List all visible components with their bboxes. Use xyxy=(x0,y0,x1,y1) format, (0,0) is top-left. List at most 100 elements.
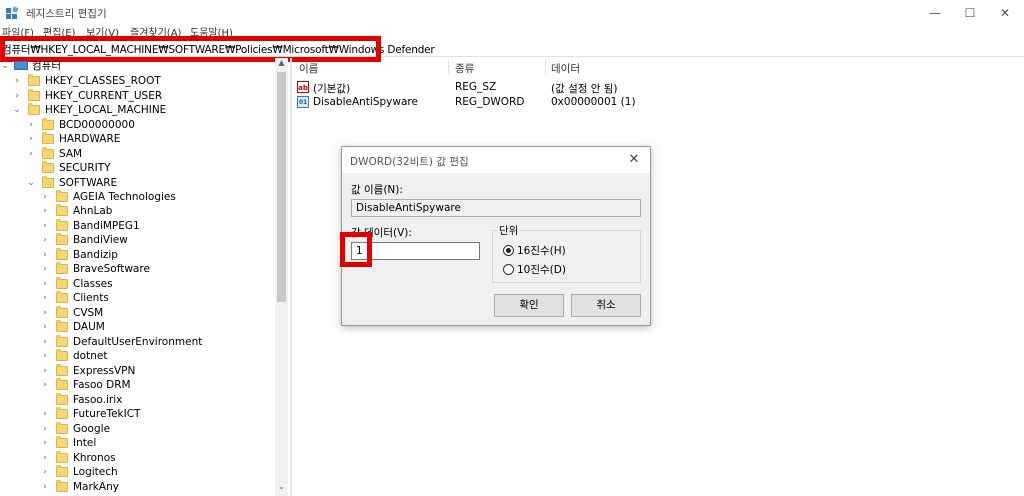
tree-item[interactable]: › MarkAny xyxy=(40,479,119,494)
tree-item[interactable]: › CVSM xyxy=(40,305,103,320)
chevron-right-icon[interactable]: › xyxy=(26,120,36,130)
tree-item[interactable]: › ExpressVPN xyxy=(40,363,135,378)
tree-label: BandiView xyxy=(73,234,128,246)
chevron-right-icon[interactable]: › xyxy=(40,322,50,332)
chevron-right-icon[interactable]: › xyxy=(26,134,36,144)
minimize-button[interactable]: — xyxy=(918,0,952,26)
registry-tree[interactable]: ⌄ 컴퓨터 › HKEY_CLASSES_ROOT › HKEY_CURRENT… xyxy=(0,58,288,496)
scroll-up-icon[interactable]: ▲ xyxy=(275,58,288,70)
chevron-right-icon[interactable]: › xyxy=(40,453,50,463)
chevron-right-icon[interactable]: › xyxy=(40,192,50,202)
tree-item[interactable]: › BandiView xyxy=(40,233,128,248)
tree-item[interactable]: › Classes xyxy=(40,276,113,291)
tree-item[interactable]: › Logitech xyxy=(40,465,118,480)
maximize-button[interactable]: ☐ xyxy=(953,0,987,26)
chevron-right-icon[interactable]: › xyxy=(12,76,22,86)
radio-hex[interactable]: 16진수(H) xyxy=(503,243,566,258)
column-type[interactable]: 종류 xyxy=(455,61,474,76)
chevron-right-icon[interactable]: › xyxy=(12,91,22,101)
tree-label: dotnet xyxy=(73,350,108,362)
tree-label: HKEY_LOCAL_MACHINE xyxy=(45,103,167,116)
tree-item[interactable]: › FutureTekICT xyxy=(40,407,140,422)
chevron-right-icon[interactable]: › xyxy=(40,467,50,477)
chevron-right-icon[interactable]: › xyxy=(40,293,50,303)
tree-label: Google xyxy=(73,422,111,435)
chevron-right-icon[interactable]: › xyxy=(26,149,36,159)
tree-label: SAM xyxy=(59,147,83,160)
folder-icon xyxy=(56,218,68,231)
column-divider[interactable] xyxy=(448,60,449,74)
list-item[interactable]: 01 DisableAntiSpyware REG_DWORD 0x000000… xyxy=(293,95,1024,110)
tree-item[interactable]: › DAUM xyxy=(40,320,105,335)
tree-item[interactable]: › Intel xyxy=(40,436,96,451)
tree-item[interactable]: Fasoo.irix xyxy=(40,392,122,407)
tree-item-computer[interactable]: ⌄ 컴퓨터 xyxy=(0,58,61,73)
column-name[interactable]: 이름 xyxy=(299,61,318,76)
scroll-thumb[interactable] xyxy=(277,72,286,302)
tree-item[interactable]: › Khronos xyxy=(40,450,116,465)
chevron-right-icon[interactable]: › xyxy=(40,366,50,376)
tree-item[interactable]: › BandiMPEG1 xyxy=(40,218,140,233)
chevron-right-icon[interactable]: › xyxy=(40,438,50,448)
folder-icon xyxy=(28,88,40,101)
tree-item-software[interactable]: ⌄ SOFTWARE xyxy=(26,175,117,190)
scroll-down-icon[interactable]: ⌄ xyxy=(275,482,288,494)
tree-scrollbar[interactable]: ▲ ⌄ xyxy=(275,58,288,496)
tree-item-hkcr[interactable]: › HKEY_CLASSES_ROOT xyxy=(12,73,161,88)
chevron-right-icon[interactable]: › xyxy=(40,482,50,492)
chevron-down-icon[interactable]: ⌄ xyxy=(0,61,10,71)
tree-item-hkcu[interactable]: › HKEY_CURRENT_USER xyxy=(12,88,162,103)
chevron-right-icon[interactable]: › xyxy=(40,409,50,419)
tree-label: Clients xyxy=(73,292,109,304)
cancel-button[interactable]: 취소 xyxy=(571,294,641,317)
tree-item[interactable]: › Bandizip xyxy=(40,247,118,262)
tree-item[interactable]: › AGEIA Technologies xyxy=(40,189,176,204)
highlight-data-input xyxy=(340,232,372,267)
chevron-right-icon[interactable]: › xyxy=(40,308,50,318)
radio-selected-icon[interactable] xyxy=(503,245,514,256)
pane-splitter[interactable] xyxy=(290,58,292,496)
radio-unselected-icon[interactable] xyxy=(503,264,514,275)
chevron-right-icon[interactable]: › xyxy=(40,337,50,347)
tree-item[interactable]: › BraveSoftware xyxy=(40,262,150,277)
value-data: 0x00000001 (1) xyxy=(551,96,636,108)
radio-hex-label: 16진수(H) xyxy=(517,245,566,257)
tree-label: HKEY_CLASSES_ROOT xyxy=(45,74,161,87)
chevron-right-icon[interactable]: › xyxy=(40,279,50,289)
tree-label: BandiMPEG1 xyxy=(73,219,140,232)
tree-item-hklm[interactable]: ⌄ HKEY_LOCAL_MACHINE xyxy=(12,102,166,117)
chevron-right-icon[interactable]: › xyxy=(40,221,50,231)
list-item[interactable]: ab (기본값) REG_SZ (값 설정 안 됨) xyxy=(293,80,1024,95)
tree-item-bcd[interactable]: › BCD00000000 xyxy=(26,117,135,132)
column-divider[interactable] xyxy=(545,60,546,74)
computer-icon xyxy=(14,61,28,70)
chevron-right-icon[interactable]: › xyxy=(40,250,50,260)
folder-icon xyxy=(56,450,68,463)
tree-item-security[interactable]: SECURITY xyxy=(26,160,111,175)
close-icon[interactable]: ✕ xyxy=(624,150,644,170)
tree-item-hardware[interactable]: › HARDWARE xyxy=(26,131,120,146)
tree-item[interactable]: › Google xyxy=(40,421,110,436)
folder-icon xyxy=(56,349,68,361)
chevron-down-icon[interactable]: ⌄ xyxy=(26,178,36,188)
close-button[interactable]: ✕ xyxy=(988,0,1022,26)
folder-icon xyxy=(42,175,54,188)
chevron-right-icon[interactable]: › xyxy=(40,235,50,245)
chevron-right-icon[interactable]: › xyxy=(40,351,50,361)
chevron-right-icon[interactable]: › xyxy=(40,380,50,390)
tree-item[interactable]: › dotnet xyxy=(40,349,107,364)
chevron-right-icon[interactable]: › xyxy=(40,206,50,216)
chevron-right-icon[interactable]: › xyxy=(40,264,50,274)
ok-button[interactable]: 확인 xyxy=(494,294,564,317)
radio-decimal[interactable]: 10진수(D) xyxy=(503,262,566,277)
tree-item[interactable]: › Fasoo DRM xyxy=(40,378,131,393)
value-name: (기본값) xyxy=(313,83,351,95)
folder-icon xyxy=(42,117,54,130)
tree-item[interactable]: › AhnLab xyxy=(40,204,112,219)
chevron-right-icon[interactable]: › xyxy=(40,424,50,434)
tree-item[interactable]: › Clients xyxy=(40,291,109,306)
tree-item-sam[interactable]: › SAM xyxy=(26,146,82,161)
chevron-down-icon[interactable]: ⌄ xyxy=(12,105,22,115)
tree-item[interactable]: › DefaultUserEnvironment xyxy=(40,334,202,349)
column-data[interactable]: 데이터 xyxy=(551,61,580,76)
